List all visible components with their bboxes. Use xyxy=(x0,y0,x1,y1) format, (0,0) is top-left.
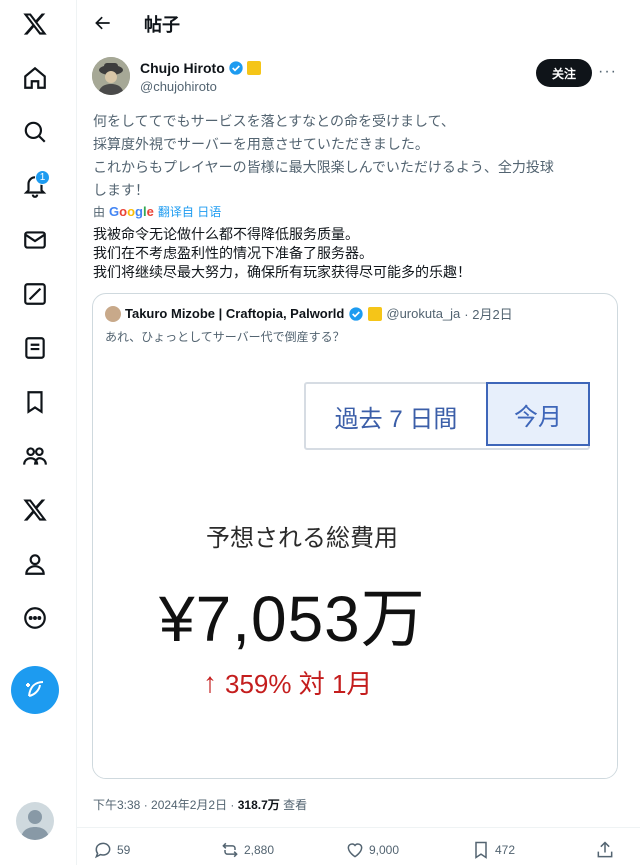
left-nav: 1 xyxy=(0,0,70,865)
post-translated-text: 我被命令无论做什么都不得降低服务质量。 我们在不考虑盈利性的情况下准备了服务器。… xyxy=(93,225,623,282)
author-name[interactable]: Chujo Hiroto xyxy=(140,60,225,76)
notifications-bell-icon[interactable]: 1 xyxy=(11,162,59,210)
nav-divider xyxy=(76,0,77,865)
home-icon[interactable] xyxy=(11,54,59,102)
post-translated-line: 我们在不考虑盈利性的情况下准备了服务器。 xyxy=(93,245,373,261)
quoted-post-card[interactable]: Takuro Mizobe | Craftopia, Palworld @uro… xyxy=(92,293,618,779)
quoted-post-image[interactable]: 過去 7 日間 今月 予想される総費用 ¥7,053万 ↑ 359% 対 1月 xyxy=(93,346,617,778)
post-meta: 下午3:38 · 2024年2月2日 · 318.7万 查看 xyxy=(93,796,307,813)
up-arrow-icon: ↑ xyxy=(203,666,217,698)
view-count: 318.7万 xyxy=(237,798,280,812)
bookmark-count: 472 xyxy=(495,843,516,857)
post-more-button[interactable]: ··· xyxy=(598,63,620,83)
repost-icon xyxy=(222,842,238,858)
post-timestamp[interactable]: 下午3:38 · 2024年2月2日 · xyxy=(93,798,238,812)
quoted-post-text: あれ、ひょっとしてサーバー代で倒産する？ xyxy=(105,330,345,344)
estimated-cost-value: ¥7,053万 xyxy=(159,583,426,655)
communities-icon[interactable] xyxy=(11,432,59,480)
post-action-bar: 59 2,880 9,000 472 xyxy=(93,840,623,862)
translation-attribution: 由 Google 翻译自 日语 xyxy=(93,203,221,220)
author-handle[interactable]: @chujohiroto xyxy=(140,79,217,94)
bookmarks-icon[interactable] xyxy=(11,378,59,426)
page-header: 帖子 xyxy=(77,0,640,46)
reply-icon xyxy=(94,842,111,859)
post-original-line: 何をしててでもサービスを落とすなとの命を受けまして、 xyxy=(93,113,455,129)
quoted-author-avatar xyxy=(105,305,121,322)
verified-badge-icon xyxy=(229,61,243,75)
translate-by-label: 由 xyxy=(93,205,106,219)
translated-from-link[interactable]: 翻译自 日语 xyxy=(158,203,221,220)
quoted-post-date: · 2月2日 xyxy=(464,307,513,322)
repost-button[interactable]: 2,880 xyxy=(220,840,274,860)
feather-icon xyxy=(26,681,44,697)
more-options-icon[interactable] xyxy=(11,594,59,642)
period-segmented-control: 過去 7 日間 今月 xyxy=(304,382,590,450)
quoted-author-handle: @urokuta_ja xyxy=(386,306,461,321)
account-avatar[interactable] xyxy=(16,802,54,840)
cost-change: ↑ 359% 対 1月 xyxy=(203,664,372,701)
follow-button[interactable]: 关注 xyxy=(536,59,592,87)
post-original-line: します！ xyxy=(93,182,149,198)
tab-this-month: 今月 xyxy=(486,382,590,446)
premium-x-icon[interactable] xyxy=(11,486,59,534)
quoted-post-header: Takuro Mizobe | Craftopia, Palworld @uro… xyxy=(105,304,513,323)
reply-count: 59 xyxy=(117,843,131,857)
compose-post-button[interactable] xyxy=(11,666,59,714)
notification-badge: 1 xyxy=(35,170,50,185)
verified-badge-icon xyxy=(349,306,364,321)
back-arrow-icon[interactable] xyxy=(89,9,117,37)
repost-count: 2,880 xyxy=(244,843,275,857)
bookmark-icon xyxy=(475,841,487,859)
reply-button[interactable]: 59 xyxy=(93,840,130,860)
post-translated-line: 我被命令无论做什么都不得降低服务质量。 xyxy=(93,226,359,242)
post-translated-line: 我们将继续尽最大努力，确保所有玩家获得尽可能多的乐趣！ xyxy=(93,264,471,280)
author-avatar[interactable] xyxy=(92,57,130,95)
messages-envelope-icon[interactable] xyxy=(11,216,59,264)
post-original-line: 採算度外視でサーバーを用意させていただきました。 xyxy=(93,136,429,152)
post-original-text: 何をしててでもサービスを落とすなとの命を受けまして、 採算度外視でサーバーを用意… xyxy=(93,110,623,202)
lists-icon[interactable] xyxy=(11,324,59,372)
page-title: 帖子 xyxy=(144,15,180,35)
meta-divider xyxy=(77,827,640,828)
heart-icon xyxy=(347,843,363,858)
tab-past-7-days: 過去 7 日間 xyxy=(334,405,458,433)
bookmark-button[interactable]: 472 xyxy=(471,840,515,860)
x-logo-icon[interactable] xyxy=(11,0,59,48)
estimated-cost-label: 予想される総費用 xyxy=(206,525,398,552)
search-icon[interactable] xyxy=(11,108,59,156)
google-logo: Google xyxy=(109,204,154,219)
profile-icon[interactable] xyxy=(11,540,59,588)
like-count: 9,000 xyxy=(369,843,400,857)
quoted-author-name: Takuro Mizobe | Craftopia, Palworld xyxy=(125,306,345,321)
author-name-row[interactable]: Chujo Hiroto xyxy=(140,60,261,76)
affiliate-badge-icon xyxy=(246,61,261,75)
share-button[interactable] xyxy=(595,840,615,860)
post-original-line: これからもプレイヤーの皆様に最大限楽しんでいただけるよう、全力投球 xyxy=(93,159,554,175)
like-button[interactable]: 9,000 xyxy=(345,840,399,860)
views-label: 查看 xyxy=(279,798,308,812)
share-icon xyxy=(597,841,613,858)
affiliate-badge-icon xyxy=(368,306,383,321)
grok-icon[interactable] xyxy=(11,270,59,318)
cost-change-text: 359% 対 1月 xyxy=(225,669,373,699)
